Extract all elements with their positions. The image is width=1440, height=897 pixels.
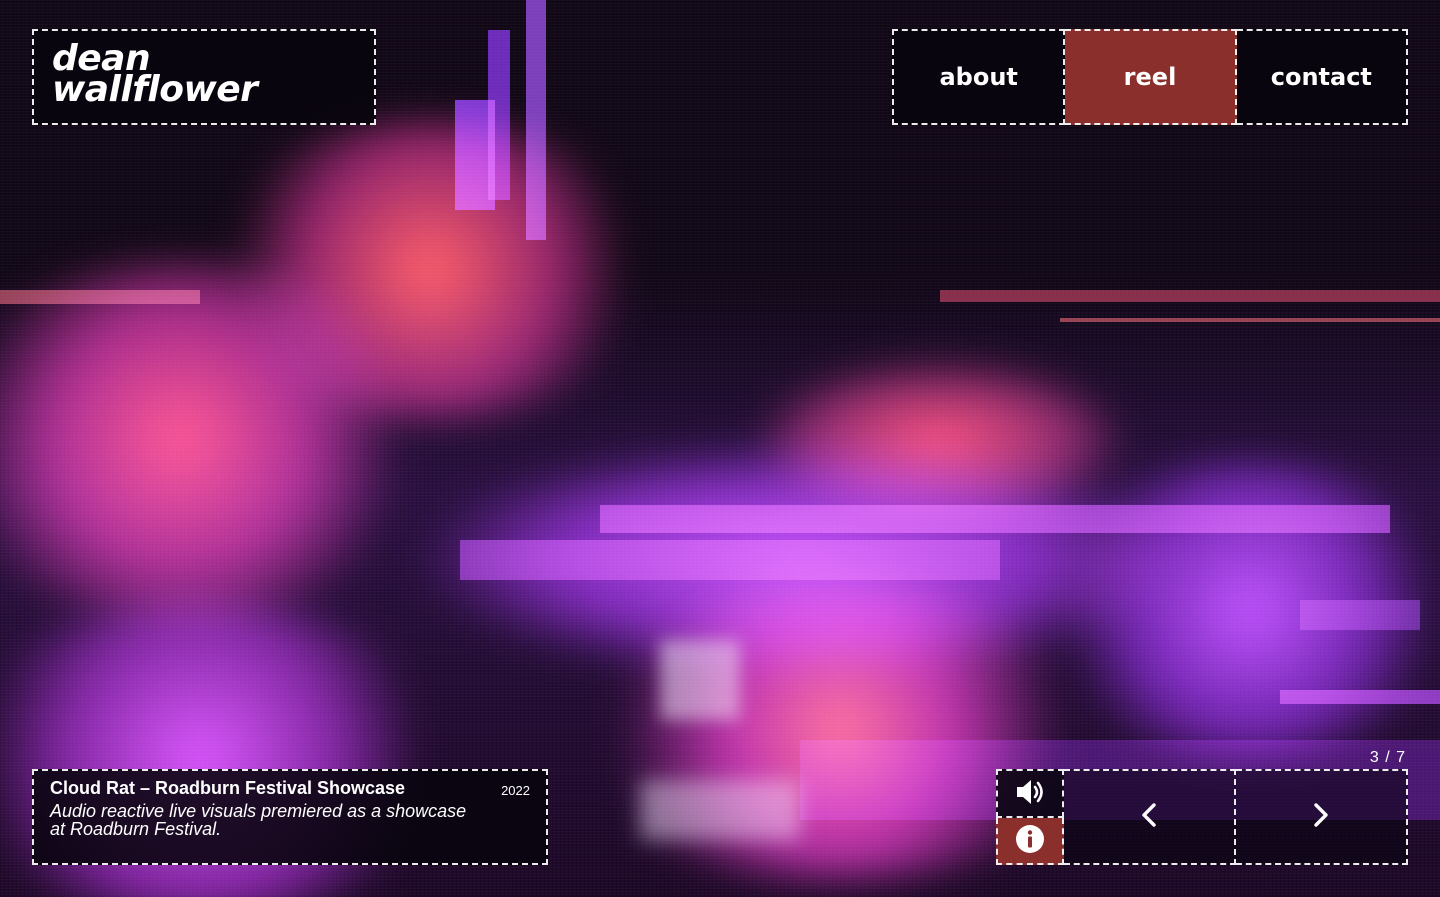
main-nav: about reel contact	[892, 29, 1408, 125]
info-circle-icon	[1015, 824, 1045, 858]
reel-stage: dean wallflower about reel contact Cloud…	[0, 0, 1440, 897]
site-logo[interactable]: dean wallflower	[32, 29, 376, 125]
reel-controls	[996, 769, 1408, 865]
logo-line-second: wallflower	[52, 69, 258, 110]
nav-reel-link[interactable]: reel	[1065, 29, 1237, 125]
reel-video-background[interactable]	[0, 0, 1440, 897]
sound-toggle-button[interactable]	[996, 769, 1064, 818]
project-title: Cloud Rat – Roadburn Festival Showcase	[50, 778, 406, 798]
nav-about-link[interactable]: about	[892, 29, 1066, 125]
control-column	[996, 769, 1064, 865]
project-info-card: Cloud Rat – Roadburn Festival Showcase 2…	[32, 769, 548, 865]
project-year: 2022	[501, 783, 530, 798]
speaker-volume-icon	[1014, 777, 1046, 811]
project-description: Audio reactive live visuals premiered as…	[50, 801, 467, 839]
chevron-left-icon	[1140, 802, 1158, 832]
nav-contact-link[interactable]: contact	[1236, 29, 1408, 125]
info-toggle-button[interactable]	[996, 818, 1064, 865]
reel-counter: 3 / 7	[1369, 749, 1406, 766]
next-button[interactable]	[1236, 769, 1408, 865]
previous-button[interactable]	[1064, 769, 1236, 865]
chevron-right-icon	[1312, 802, 1330, 832]
